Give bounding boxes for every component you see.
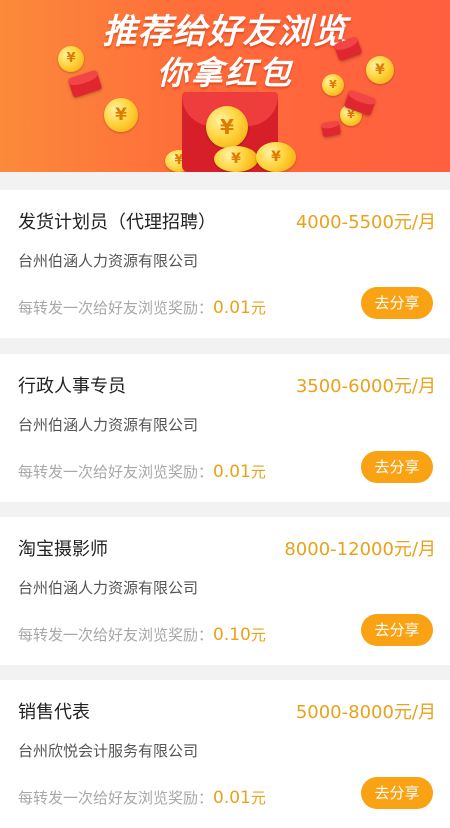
coin-icon: ¥ bbox=[214, 146, 258, 172]
share-reward: 每转发一次给好友浏览奖励：0.10元 bbox=[18, 624, 266, 645]
coin-icon: ¥ bbox=[366, 56, 394, 84]
reward-unit: 元 bbox=[250, 299, 266, 317]
company-name: 台州伯涵人力资源有限公司 bbox=[18, 416, 199, 434]
job-card[interactable]: 淘宝摄影师 8000-12000元/月 台州伯涵人力资源有限公司 每转发一次给好… bbox=[0, 517, 450, 665]
job-card[interactable]: 发货计划员（代理招聘） 4000-5500元/月 台州伯涵人力资源有限公司 每转… bbox=[0, 190, 450, 338]
reward-label: 每转发一次给好友浏览奖励： bbox=[18, 463, 214, 481]
share-button[interactable]: 去分享 bbox=[361, 451, 433, 483]
company-name: 台州欣悦会计服务有限公司 bbox=[18, 742, 199, 760]
reward-label: 每转发一次给好友浏览奖励： bbox=[18, 789, 214, 807]
reward-unit: 元 bbox=[250, 626, 266, 644]
job-title: 淘宝摄影师 bbox=[18, 539, 108, 560]
coin-icon: ¥ bbox=[322, 74, 344, 96]
company-name: 台州伯涵人力资源有限公司 bbox=[18, 579, 199, 597]
share-button[interactable]: 去分享 bbox=[361, 287, 433, 319]
share-button[interactable]: 去分享 bbox=[361, 777, 433, 809]
reward-label: 每转发一次给好友浏览奖励： bbox=[18, 299, 214, 317]
coin-icon: ¥ bbox=[58, 46, 84, 72]
reward-amount: 0.01 bbox=[213, 298, 251, 318]
job-salary: 8000-12000元/月 bbox=[284, 539, 436, 560]
job-salary: 3500-6000元/月 bbox=[295, 376, 436, 397]
company-name: 台州伯涵人力资源有限公司 bbox=[18, 252, 199, 270]
share-reward: 每转发一次给好友浏览奖励：0.01元 bbox=[18, 787, 266, 808]
job-title: 销售代表 bbox=[18, 702, 90, 723]
coin-icon: ¥ bbox=[256, 142, 296, 172]
coin-icon: ¥ bbox=[104, 98, 138, 132]
share-reward: 每转发一次给好友浏览奖励：0.01元 bbox=[18, 297, 266, 318]
share-button[interactable]: 去分享 bbox=[361, 614, 433, 646]
reward-amount: 0.01 bbox=[213, 788, 251, 808]
reward-unit: 元 bbox=[250, 463, 266, 481]
job-card[interactable]: 销售代表 5000-8000元/月 台州欣悦会计服务有限公司 每转发一次给好友浏… bbox=[0, 680, 450, 828]
job-card[interactable]: 行政人事专员 3500-6000元/月 台州伯涵人力资源有限公司 每转发一次给好… bbox=[0, 354, 450, 502]
job-salary: 5000-8000元/月 bbox=[295, 702, 436, 723]
promo-banner: 推荐给好友浏览 你拿红包 ¥ ¥ ¥ ¥ ¥ ¥ ¥ ¥ ¥ bbox=[0, 0, 450, 172]
job-salary: 4000-5500元/月 bbox=[295, 212, 436, 233]
share-reward: 每转发一次给好友浏览奖励：0.01元 bbox=[18, 461, 266, 482]
job-title: 行政人事专员 bbox=[18, 376, 126, 397]
reward-label: 每转发一次给好友浏览奖励： bbox=[18, 626, 214, 644]
job-title: 发货计划员（代理招聘） bbox=[18, 212, 216, 233]
red-envelope-icon bbox=[320, 120, 342, 138]
reward-unit: 元 bbox=[250, 789, 266, 807]
coin-icon: ¥ bbox=[206, 106, 248, 148]
reward-amount: 0.01 bbox=[213, 462, 251, 482]
reward-amount: 0.10 bbox=[213, 625, 251, 645]
